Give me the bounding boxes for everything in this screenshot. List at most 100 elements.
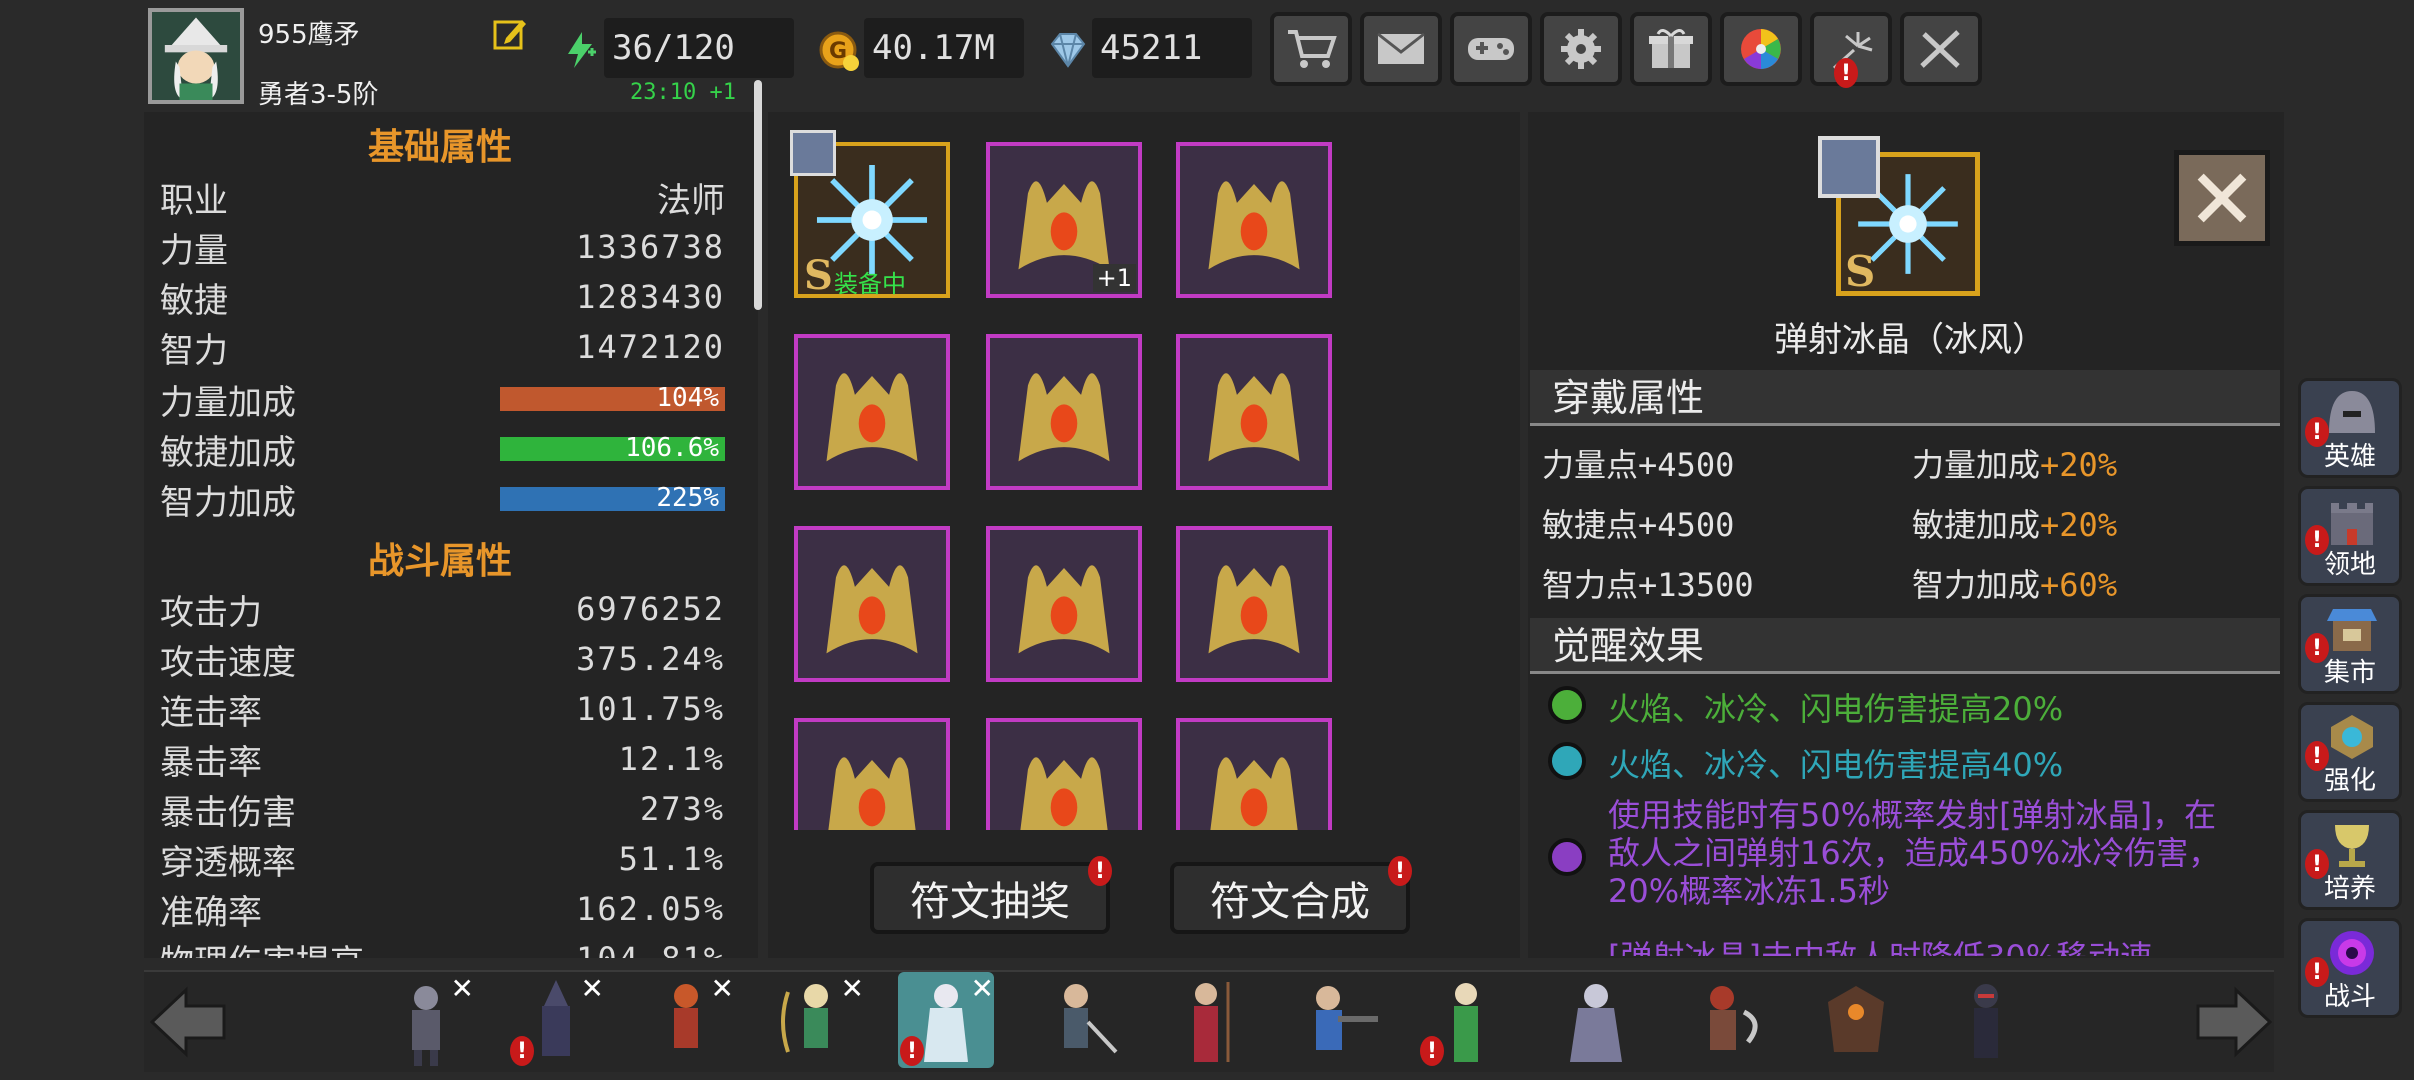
stat-row-crit-rate: 暴击率 12.1% [160, 734, 725, 784]
rune-slot[interactable] [1176, 334, 1332, 490]
remove-hero-icon[interactable]: ✕ [841, 972, 864, 1005]
gold-value: 40.17M [872, 28, 995, 68]
wear-attr-agility: 敏捷点+4500 [1542, 500, 1734, 546]
stat-row-penetration: 穿透概率 51.1% [160, 834, 725, 884]
side-nav-heroes[interactable]: ! 英雄 [2298, 378, 2402, 478]
stat-value: 1283430 [576, 278, 725, 316]
side-nav-market[interactable]: ! 集市 [2298, 594, 2402, 694]
rune-slot[interactable] [1176, 718, 1332, 830]
strength-bonus-bar: 104% [500, 383, 725, 413]
gem-icon [1050, 33, 1086, 68]
stat-row-intelligence-bonus: 智力加成 225% [160, 474, 725, 524]
button-label: 符文合成 [1210, 879, 1370, 925]
attr-label: 敏捷加成 [1912, 506, 2041, 544]
stats-scrollbar[interactable] [754, 80, 762, 310]
stat-label: 暴击伤害 [160, 792, 296, 833]
gems-value: 45211 [1100, 28, 1203, 68]
rune-slot[interactable] [986, 718, 1142, 830]
stat-value: 101.75% [576, 690, 725, 728]
bar-value: 225% [656, 483, 719, 513]
side-nav-territory[interactable]: ! 领地 [2298, 486, 2402, 586]
rune-slot[interactable] [1176, 142, 1332, 298]
hero-slot[interactable] [1938, 972, 2034, 1068]
alert-badge: ! [1088, 856, 1112, 886]
fireworks-button[interactable]: ! [1810, 12, 1892, 88]
rune-slot[interactable] [794, 526, 950, 682]
demon-helm-rune-icon [1018, 373, 1110, 462]
hero-slot[interactable] [1288, 972, 1384, 1068]
remove-hero-icon[interactable]: ✕ [451, 972, 474, 1005]
remove-hero-icon[interactable]: ✕ [971, 972, 994, 1005]
side-nav-label: 培养 [2323, 874, 2376, 904]
remove-hero-icon[interactable]: ✕ [711, 972, 734, 1005]
basic-stats-title: 基础属性 [367, 127, 512, 168]
hero-slot[interactable]: ✕ [378, 972, 474, 1068]
rune-slot[interactable] [986, 526, 1142, 682]
right-arrow-icon [2196, 986, 2273, 1058]
next-page-button[interactable] [2192, 982, 2276, 1062]
stat-label: 暴击率 [160, 742, 262, 783]
awaken-effect-2: 火焰、冰冷、闪电伤害提高40% [1608, 746, 2064, 784]
hero-slot[interactable]: ✕ [638, 972, 734, 1068]
hero-slot[interactable] [1548, 972, 1644, 1068]
stat-row-strength-bonus: 力量加成 104% [160, 374, 725, 424]
hero-slot-selected[interactable]: ✕ ! [898, 972, 994, 1068]
shop-button[interactable] [1270, 12, 1352, 86]
stat-row-accuracy: 准确率 162.05% [160, 884, 725, 934]
stack-count-badge: +1 [1092, 264, 1136, 292]
hero-slot[interactable] [1158, 972, 1254, 1068]
remove-hero-icon[interactable]: ✕ [581, 972, 604, 1005]
lottery-wheel-button[interactable] [1720, 12, 1802, 86]
hero-slot[interactable]: ! [1418, 972, 1514, 1068]
gift-button[interactable] [1630, 12, 1712, 86]
rune-slot[interactable] [1176, 526, 1332, 682]
rune-combine-button[interactable]: 符文合成 ! [1170, 856, 1412, 934]
mage-portrait-icon [152, 12, 240, 100]
player-avatar[interactable] [148, 8, 244, 104]
edit-icon[interactable] [492, 16, 528, 52]
demon-helm-rune-icon [1210, 757, 1298, 830]
rune-draw-button[interactable]: 符文抽奖 ! [870, 856, 1112, 934]
rune-slot[interactable] [794, 334, 950, 490]
stat-row-physical-damage: 物理伤害提高 104.81% [160, 934, 725, 958]
alert-badge: ! [900, 1036, 924, 1066]
side-nav-battle[interactable]: ! 战斗 [2298, 918, 2402, 1018]
awaken-effect-clip: [弹射冰晶]击中敌人时降低30%移动速 [1608, 932, 2248, 956]
hero-slot[interactable] [1028, 972, 1124, 1068]
rune-slot[interactable]: +1 [986, 142, 1142, 298]
prev-page-button[interactable] [146, 982, 230, 1062]
stat-row-strength: 力量 1336738 [160, 222, 725, 272]
stat-row-attack: 攻击力 6976252 [160, 584, 725, 634]
stat-value: 51.1% [618, 840, 725, 878]
demon-helm-rune-icon [826, 565, 918, 654]
wear-attributes-header: 穿戴属性 [1530, 370, 2280, 426]
hero-slot[interactable]: ✕ [768, 972, 864, 1068]
wear-attr-strength-bonus: 力量加成+20% [1912, 440, 2117, 486]
hero-slot[interactable] [1678, 972, 1774, 1068]
energy-timer: 23:10 +1 [630, 80, 736, 105]
battle-button[interactable] [1900, 12, 1982, 86]
close-button[interactable] [2174, 150, 2270, 246]
rune-grid[interactable]: S 装备中 +1 [790, 130, 1340, 830]
side-nav-cultivate[interactable]: ! 培养 [2298, 810, 2402, 910]
gunner-hero-icon [1316, 986, 1378, 1050]
left-arrow-icon [149, 986, 226, 1058]
side-nav-enhance[interactable]: ! 强化 [2298, 702, 2402, 802]
gift-icon [1649, 29, 1693, 68]
grade-s-badge: S [804, 252, 833, 299]
demon-helm-rune-icon [1208, 565, 1300, 654]
rune-slot[interactable] [986, 334, 1142, 490]
gamepad-button[interactable] [1450, 12, 1532, 86]
gamepad-icon [1468, 38, 1514, 60]
stat-label: 攻击力 [160, 592, 262, 633]
side-nav-label: 集市 [2323, 658, 2376, 688]
awaken-effect-3: 使用技能时有50%概率发射[弹射冰晶]，在敌人之间弹射16次，造成450%冰冷伤… [1608, 796, 2221, 910]
rune-slot[interactable] [794, 718, 950, 830]
settings-button[interactable] [1540, 12, 1622, 86]
stat-value: 6976252 [576, 590, 725, 628]
red-sorcerer-hero-icon [1194, 982, 1230, 1062]
demon-helm-rune-icon [1018, 565, 1110, 654]
hero-slot[interactable]: ✕ ! [508, 972, 604, 1068]
mail-button[interactable] [1360, 12, 1442, 86]
hero-slot[interactable] [1808, 972, 1904, 1068]
